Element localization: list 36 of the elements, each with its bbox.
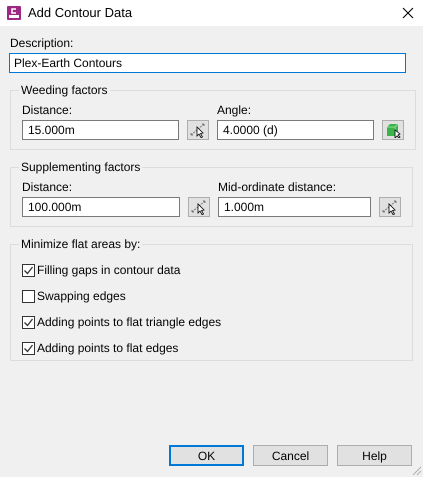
description-field[interactable]: Plex-Earth Contours [9,53,406,73]
checkbox[interactable] [22,342,35,354]
checkbox-label: Adding points to flat triangle edges [37,314,222,331]
field-label: Angle: [217,103,252,117]
value-field[interactable]: 4.0000 (d) [217,120,374,140]
pick-button[interactable] [382,120,404,140]
field-label: Distance: [22,180,74,194]
checkbox-label: Filling gaps in contour data [37,262,180,279]
dialog-button[interactable]: Cancel [253,445,328,466]
group-title: Minimize flat areas by: [20,236,142,253]
window-title: Add Contour Data [28,4,132,22]
app-icon [7,6,21,20]
pick-button[interactable] [379,197,401,217]
description-label: Description: [10,36,74,50]
measure-cursor-icon [382,199,398,215]
field-label: Distance: [22,103,74,117]
resize-grip-icon[interactable] [412,466,422,476]
checkbox-label: Adding points to flat edges [37,340,178,357]
field-label: Mid-ordinate distance: [218,180,338,194]
dialog-button[interactable]: OK [169,445,244,466]
value-field[interactable]: 15.000m [22,120,179,140]
measure-cursor-icon [190,122,206,138]
group-title: Weeding factors [20,82,108,99]
pick-button[interactable] [188,197,210,217]
checkbox[interactable] [22,290,35,302]
cube-cursor-icon [385,122,401,138]
checkbox[interactable] [22,316,35,328]
group-title: Supplementing factors [20,159,142,176]
close-icon[interactable] [402,7,414,19]
pick-button[interactable] [187,120,209,140]
checkbox[interactable] [22,264,35,276]
checkbox-label: Swapping edges [37,288,126,305]
measure-cursor-icon [191,199,207,215]
value-field[interactable]: 1.000m [218,197,371,217]
value-field[interactable]: 100.000m [22,197,180,217]
dialog-button[interactable]: Help [337,445,412,466]
